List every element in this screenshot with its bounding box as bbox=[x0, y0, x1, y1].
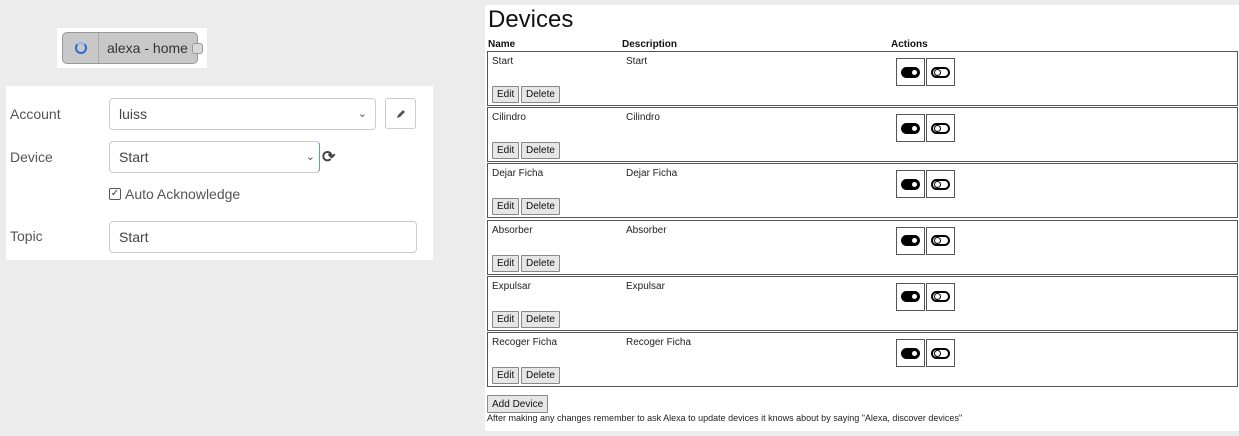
delete-device-button[interactable]: Delete bbox=[521, 86, 560, 103]
edit-device-button[interactable]: Edit bbox=[492, 254, 520, 272]
config-form: Account luiss ⌄ Device Start ⌄ ⟳ ✓ Auto … bbox=[6, 86, 433, 260]
delete-device-button[interactable]: Delete bbox=[521, 198, 560, 216]
toggle-on-icon bbox=[901, 235, 920, 247]
turn-off-button[interactable] bbox=[926, 114, 955, 143]
edit-device-button[interactable]: Edit bbox=[492, 310, 520, 328]
device-row: Start Start Edit Delete bbox=[487, 51, 1238, 106]
turn-off-button[interactable] bbox=[926, 170, 955, 199]
device-name: Cilindro bbox=[492, 112, 526, 124]
device-label: Device bbox=[10, 149, 53, 165]
device-value: Start bbox=[119, 149, 149, 165]
toggle-on-icon bbox=[901, 347, 920, 359]
discover-devices-note: After making any changes remember to ask… bbox=[487, 413, 963, 423]
device-description: Dejar Ficha bbox=[626, 168, 678, 180]
alexa-home-node[interactable]: alexa - home bbox=[62, 32, 203, 64]
actions-column-header: Actions bbox=[891, 39, 928, 50]
toggle-on-icon bbox=[901, 178, 920, 190]
account-value: luiss bbox=[119, 106, 148, 122]
description-column-header: Description bbox=[622, 39, 678, 50]
turn-on-button[interactable] bbox=[896, 339, 925, 367]
node-output-port[interactable] bbox=[192, 43, 203, 54]
delete-device-button[interactable]: Delete bbox=[521, 254, 560, 272]
name-column-header: Name bbox=[488, 39, 516, 50]
node-preview: alexa - home bbox=[57, 28, 207, 68]
edit-device-button[interactable]: Edit bbox=[492, 367, 520, 384]
turn-on-button[interactable] bbox=[896, 282, 925, 311]
turn-off-button[interactable] bbox=[926, 226, 955, 255]
device-name: Absorber bbox=[492, 224, 533, 236]
toggle-on-icon bbox=[901, 122, 920, 134]
toggle-off-icon bbox=[931, 347, 950, 359]
auto-acknowledge-label: Auto Acknowledge bbox=[125, 186, 241, 202]
device-row: Recoger Ficha Recoger Ficha Edit Delete bbox=[487, 332, 1238, 387]
device-row: Cilindro Cilindro Edit Delete bbox=[487, 107, 1238, 163]
toggle-off-icon bbox=[931, 178, 950, 190]
device-description: Expulsar bbox=[626, 280, 665, 292]
toggle-off-icon bbox=[931, 235, 950, 247]
devices-panel: Devices Name Description Actions Start St… bbox=[485, 5, 1239, 431]
auto-acknowledge-row[interactable]: ✓ Auto Acknowledge bbox=[109, 186, 240, 202]
topic-input[interactable]: Start bbox=[109, 221, 417, 253]
edit-device-button[interactable]: Edit bbox=[492, 86, 520, 103]
devices-title: Devices bbox=[488, 6, 574, 33]
device-row: Expulsar Expulsar Edit Delete bbox=[487, 275, 1238, 331]
device-select[interactable]: Start ⌄ bbox=[109, 141, 320, 173]
turn-on-button[interactable] bbox=[896, 58, 925, 86]
turn-off-button[interactable] bbox=[926, 58, 955, 86]
toggle-off-icon bbox=[931, 66, 950, 78]
node-label: alexa - home bbox=[107, 40, 188, 56]
toggle-off-icon bbox=[931, 291, 950, 303]
device-name: Dejar Ficha bbox=[492, 168, 544, 180]
pencil-icon bbox=[396, 109, 405, 118]
account-select[interactable]: luiss ⌄ bbox=[109, 98, 376, 130]
device-description: Cilindro bbox=[626, 112, 660, 124]
turn-on-button[interactable] bbox=[896, 114, 925, 143]
edit-device-button[interactable]: Edit bbox=[492, 142, 520, 160]
turn-off-button[interactable] bbox=[926, 339, 955, 367]
account-label: Account bbox=[10, 106, 61, 122]
add-device-button[interactable]: Add Device bbox=[487, 395, 549, 413]
device-description: Start bbox=[626, 56, 648, 67]
turn-on-button[interactable] bbox=[896, 170, 925, 199]
loading-ring-icon bbox=[74, 42, 87, 54]
node-icon-box bbox=[63, 33, 99, 63]
turn-off-button[interactable] bbox=[926, 282, 955, 311]
chevron-down-icon: ⌄ bbox=[357, 108, 367, 120]
delete-device-button[interactable]: Delete bbox=[521, 142, 560, 160]
device-description: Absorber bbox=[626, 224, 667, 236]
topic-value: Start bbox=[119, 229, 149, 245]
chevron-down-icon: ⌄ bbox=[305, 151, 315, 163]
device-name: Recoger Ficha bbox=[492, 337, 558, 348]
toggle-off-icon bbox=[931, 122, 950, 134]
topic-label: Topic bbox=[10, 228, 43, 244]
turn-on-button[interactable] bbox=[896, 226, 925, 255]
device-description: Recoger Ficha bbox=[626, 337, 692, 348]
device-row: Absorber Absorber Edit Delete bbox=[487, 219, 1238, 275]
auto-acknowledge-checkbox[interactable]: ✓ bbox=[109, 188, 121, 200]
delete-device-button[interactable]: Delete bbox=[521, 367, 560, 384]
toggle-on-icon bbox=[901, 291, 920, 303]
device-name: Start bbox=[492, 56, 514, 67]
device-name: Expulsar bbox=[492, 280, 531, 292]
device-row: Dejar Ficha Dejar Ficha Edit Delete bbox=[487, 163, 1238, 219]
refresh-icon[interactable]: ⟳ bbox=[322, 147, 335, 167]
delete-device-button[interactable]: Delete bbox=[521, 310, 560, 328]
toggle-on-icon bbox=[901, 66, 920, 78]
edit-device-button[interactable]: Edit bbox=[492, 198, 520, 216]
edit-account-button[interactable] bbox=[385, 98, 416, 129]
